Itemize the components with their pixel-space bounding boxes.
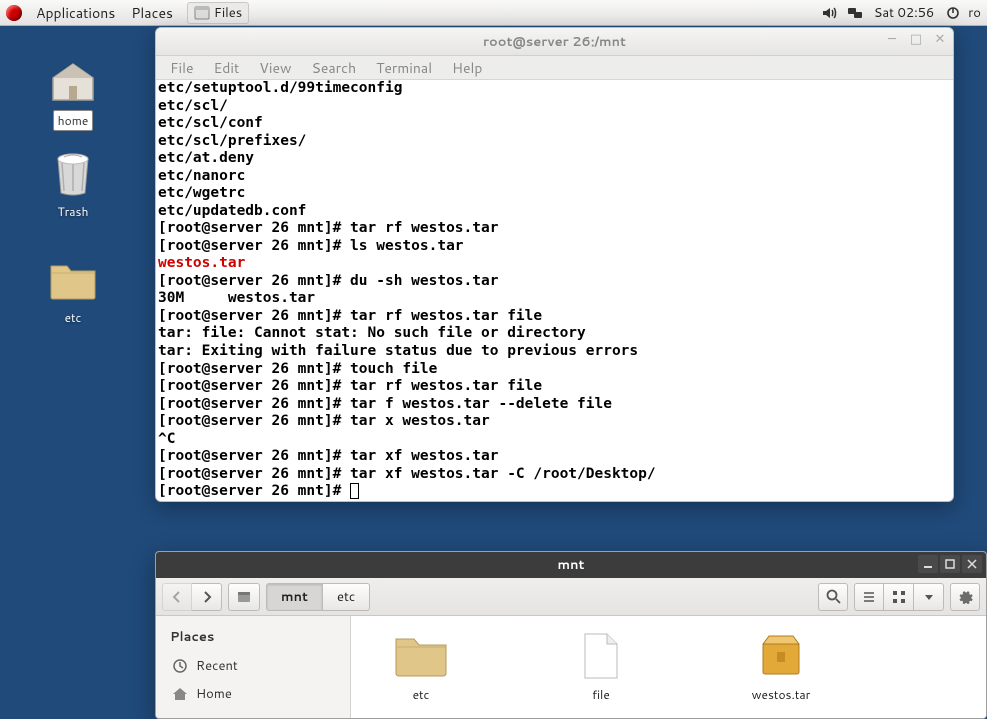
clock[interactable]: Sat 02:56 [874, 4, 935, 22]
distro-logo-icon [6, 5, 22, 21]
file-label: file [561, 686, 641, 703]
network-icon[interactable] [845, 3, 865, 23]
taskbar-files-label: Files [214, 4, 242, 22]
menu-places[interactable]: Places [123, 3, 181, 23]
volume-icon[interactable] [819, 3, 839, 23]
menu-applications[interactable]: Applications [28, 3, 123, 23]
terminal-menu-terminal[interactable]: Terminal [376, 58, 432, 78]
shutdown-icon[interactable] [943, 3, 963, 23]
sidebar-item-label: Recent [196, 657, 238, 675]
terminal-menu-edit[interactable]: Edit [214, 58, 240, 78]
sidebar-item-label: Home [196, 685, 232, 703]
file-label: etc [381, 686, 461, 703]
terminal-window: root@server 26:/mnt ─ □ ✕ File Edit View… [155, 27, 954, 502]
terminal-menu-file[interactable]: File [170, 58, 194, 78]
nav-back-button[interactable] [162, 583, 192, 611]
file-item-folder-etc[interactable]: etc [381, 632, 461, 703]
taskbar-files[interactable]: Files [187, 2, 249, 24]
archive-icon [753, 632, 809, 680]
terminal-body[interactable]: etc/setuptool.d/99timeconfig etc/scl/ et… [156, 80, 953, 501]
fm-file-pane[interactable]: etc file westos.tar [351, 616, 986, 718]
fm-sidebar: Places Recent Home [156, 616, 351, 718]
fm-titlebar[interactable]: mnt [156, 552, 986, 578]
file-manager-window: mnt mnt etc P [155, 551, 987, 719]
breadcrumb-seg-mnt[interactable]: mnt [266, 583, 323, 611]
terminal-menu-help[interactable]: Help [452, 58, 482, 78]
terminal-menu-view[interactable]: View [259, 58, 291, 78]
fm-toolbar: mnt etc [156, 578, 986, 616]
window-maximize-button[interactable]: □ [909, 32, 923, 46]
document-icon [573, 632, 629, 680]
terminal-menubar: File Edit View Search Terminal Help [156, 56, 953, 80]
terminal-menu-search[interactable]: Search [312, 58, 357, 78]
settings-button[interactable] [950, 583, 980, 611]
file-item-file[interactable]: file [561, 632, 641, 703]
desktop-icon-home[interactable]: home [38, 58, 108, 131]
user-indicator[interactable]: ro [968, 4, 981, 22]
search-button[interactable] [818, 583, 848, 611]
fm-close-button[interactable] [962, 555, 982, 573]
window-minimize-button[interactable]: ─ [885, 32, 899, 46]
desktop-icon-etc-label: etc [61, 308, 86, 327]
desktop-icon-trash[interactable]: Trash [38, 150, 108, 221]
desktop-icon-home-label: home [53, 110, 94, 131]
folder-icon [393, 632, 449, 680]
fm-title: mnt [558, 556, 585, 574]
breadcrumb-seg-etc[interactable]: etc [323, 583, 370, 611]
sidebar-heading-places: Places [156, 626, 350, 652]
window-close-button[interactable]: ✕ [933, 32, 947, 46]
terminal-titlebar[interactable]: root@server 26:/mnt ─ □ ✕ [156, 28, 953, 56]
sidebar-item-home[interactable]: Home [156, 680, 350, 708]
file-label: westos.tar [741, 686, 821, 703]
fm-maximize-button[interactable] [940, 555, 960, 573]
view-grid-button[interactable] [884, 583, 914, 611]
desktop-icon-etc[interactable]: etc [38, 256, 108, 327]
file-item-archive-westos[interactable]: westos.tar [741, 632, 821, 703]
terminal-red-line: westos.tar [158, 255, 245, 271]
top-panel: Applications Places Files Sat 02:56 ro [0, 0, 987, 26]
path-root-button[interactable] [228, 583, 260, 611]
desktop-icon-trash-label: Trash [54, 202, 93, 221]
breadcrumb: mnt etc [266, 583, 370, 611]
sidebar-item-recent[interactable]: Recent [156, 652, 350, 680]
terminal-title: root@server 26:/mnt [483, 33, 626, 51]
view-options-button[interactable] [914, 583, 944, 611]
nav-forward-button[interactable] [192, 583, 222, 611]
fm-minimize-button[interactable] [918, 555, 938, 573]
terminal-cursor [350, 483, 359, 499]
view-list-button[interactable] [854, 583, 884, 611]
